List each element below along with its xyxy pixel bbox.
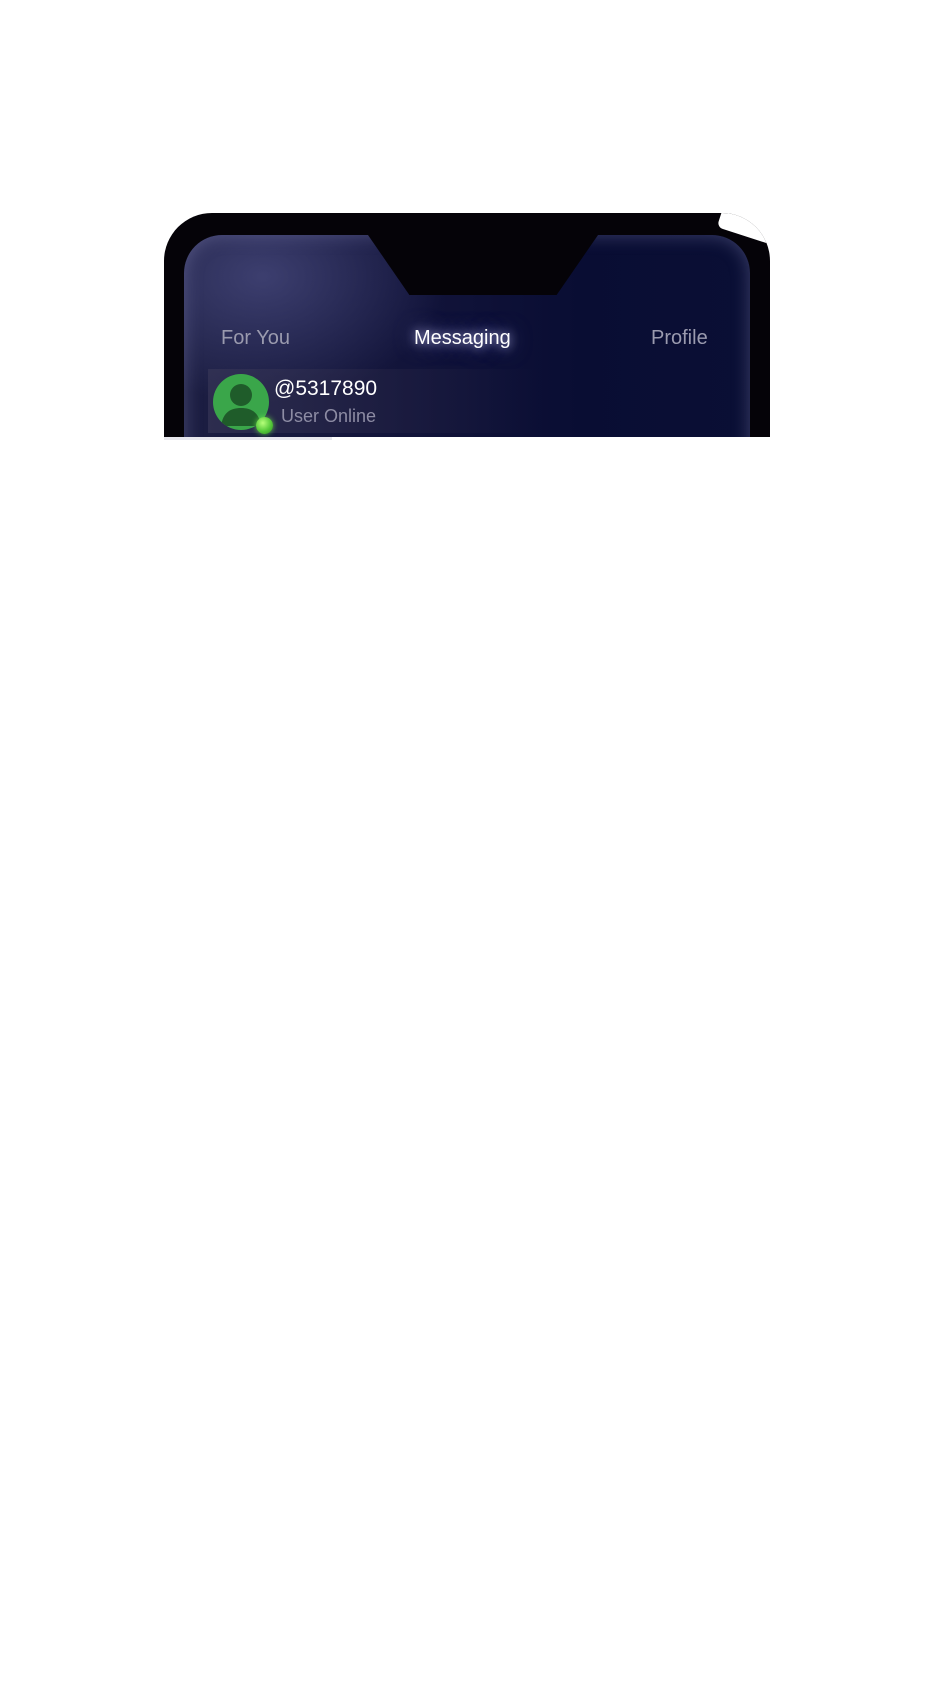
app-screen: For You Messaging Profile @5317890 User … <box>184 235 750 437</box>
tab-for-you[interactable]: For You <box>221 327 290 350</box>
user-online-status: User Online <box>281 406 377 426</box>
chat-header: @5317890 User Online <box>208 369 538 434</box>
chat-username[interactable]: @5317890 <box>274 377 377 401</box>
online-status-icon <box>256 417 273 434</box>
tab-profile[interactable]: Profile <box>651 327 708 350</box>
top-nav-tabs: For You Messaging Profile <box>184 327 750 359</box>
cropped-area <box>164 437 770 1705</box>
phone-frame: For You Messaging Profile @5317890 User … <box>164 213 770 437</box>
page: For You Messaging Profile @5317890 User … <box>0 0 930 1705</box>
phone-notch <box>368 235 598 295</box>
message-area-edge <box>164 437 332 440</box>
tab-messaging[interactable]: Messaging <box>414 327 511 350</box>
